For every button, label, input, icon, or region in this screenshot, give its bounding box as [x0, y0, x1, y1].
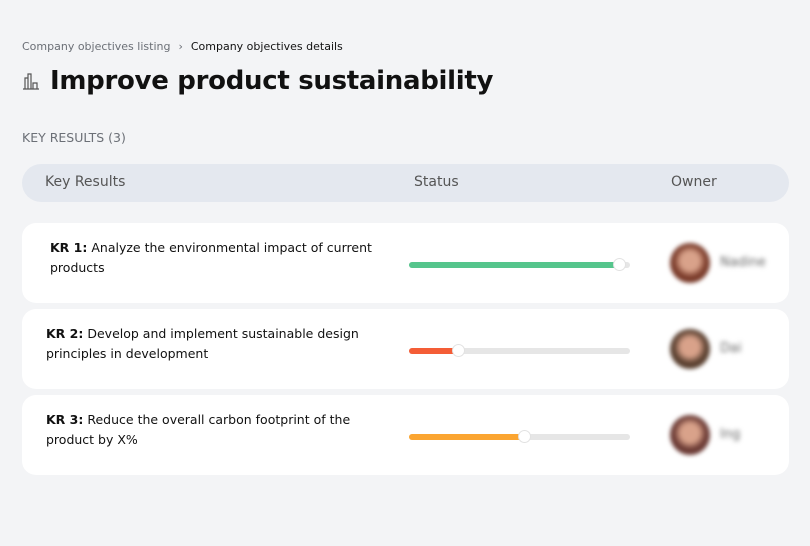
- table-row[interactable]: KR 1: Analyze the environmental impact o…: [22, 223, 789, 303]
- section-label: KEY RESULTS (3): [22, 130, 126, 145]
- breadcrumb: Company objectives listing › Company obj…: [22, 40, 343, 53]
- key-result-text: KR 2: Develop and implement sustainable …: [46, 324, 386, 364]
- progress-fill: [409, 348, 458, 354]
- progress-fill: [409, 262, 619, 268]
- avatar: [670, 415, 710, 455]
- table-row[interactable]: KR 2: Develop and implement sustainable …: [22, 309, 789, 389]
- progress-slider[interactable]: [409, 430, 630, 443]
- key-result-text: KR 1: Analyze the environmental impact o…: [50, 238, 390, 278]
- breadcrumb-current: Company objectives details: [190, 40, 343, 53]
- progress-fill: [409, 434, 524, 440]
- header-key-results: Key Results: [45, 174, 126, 190]
- key-result-id: KR 2:: [46, 326, 84, 341]
- key-result-description: Analyze the environmental impact of curr…: [50, 240, 372, 275]
- page-title: Improve product sustainability: [50, 66, 494, 96]
- key-result-text: KR 3: Reduce the overall carbon footprin…: [46, 410, 386, 450]
- key-result-description: Reduce the overall carbon footprint of t…: [46, 412, 351, 447]
- key-result-id: KR 1:: [50, 240, 88, 255]
- owner-name: Dai: [720, 341, 742, 356]
- progress-thumb[interactable]: [612, 258, 626, 271]
- progress-thumb[interactable]: [517, 430, 531, 443]
- breadcrumb-separator: ›: [178, 40, 183, 53]
- breadcrumb-parent-link[interactable]: Company objectives listing: [22, 40, 170, 53]
- owner-name: Ing: [720, 427, 741, 442]
- avatar: [670, 329, 710, 369]
- table-row[interactable]: KR 3: Reduce the overall carbon footprin…: [22, 395, 789, 475]
- progress-slider[interactable]: [409, 344, 630, 357]
- page-header: Improve product sustainability: [22, 66, 493, 96]
- key-result-id: KR 3:: [46, 412, 84, 427]
- progress-thumb[interactable]: [451, 344, 465, 357]
- buildings-icon: [23, 73, 39, 90]
- header-status: Status: [414, 174, 459, 190]
- key-result-description: Develop and implement sustainable design…: [46, 326, 359, 361]
- header-owner: Owner: [671, 174, 717, 190]
- avatar: [670, 243, 710, 283]
- progress-slider[interactable]: [409, 258, 630, 271]
- owner-name: Nadine: [720, 255, 766, 270]
- table-header: Key Results Status Owner: [22, 164, 789, 202]
